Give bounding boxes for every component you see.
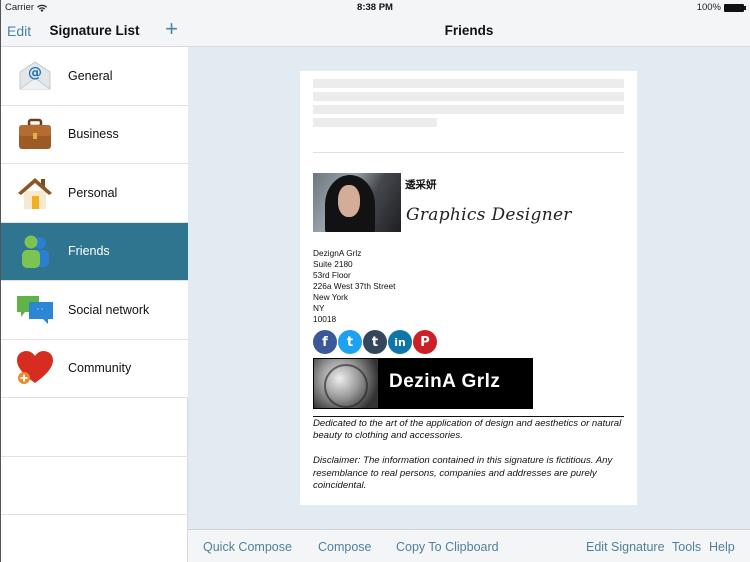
house-icon [18, 177, 52, 209]
address-line: 10018 [313, 314, 337, 324]
signature-name: 逶采妍 [405, 179, 437, 191]
compose-button[interactable]: Compose [318, 540, 372, 554]
sidebar-item-business[interactable]: Business [1, 105, 188, 164]
linkedin-icon[interactable]: in [388, 330, 412, 354]
help-button[interactable]: Help [709, 540, 735, 554]
people-icon [22, 235, 49, 269]
social-icons: f t t in P [313, 330, 437, 354]
address-line: NY [313, 303, 325, 313]
signature-disclaimer: Disclaimer: The information contained in… [313, 455, 613, 491]
placeholder-line [313, 92, 624, 101]
email-at-icon: @ [19, 61, 51, 90]
sidebar-item-label: Community [68, 361, 132, 376]
svg-text:" ": " " [37, 309, 43, 315]
placeholder-line [313, 105, 624, 114]
sidebar-item-personal[interactable]: Personal [1, 164, 188, 223]
sidebar-item-social-network[interactable]: " " Social network [1, 281, 188, 340]
sidebar: Edit Signature List + @ General Business [0, 0, 188, 562]
signature-list: @ General Business Personal Friends " " … [1, 47, 188, 515]
address-line: 53rd Floor [313, 270, 351, 280]
profile-photo [313, 173, 401, 232]
placeholder-line [313, 118, 437, 127]
battery-indicator: 100% [696, 2, 746, 13]
banner-artwork [314, 359, 378, 408]
battery-icon [724, 3, 746, 12]
address-line: Suite 2180 [313, 259, 353, 269]
chat-bubbles-icon: " " [17, 295, 53, 324]
quick-compose-button[interactable]: Quick Compose [203, 540, 292, 554]
sidebar-item-friends[interactable]: Friends [1, 222, 188, 281]
sidebar-item-general[interactable]: @ General [1, 47, 188, 106]
empty-list-row [1, 457, 188, 515]
address-line: New York [313, 292, 349, 302]
copy-to-clipboard-button[interactable]: Copy To Clipboard [396, 540, 499, 554]
pinterest-icon[interactable]: P [413, 330, 437, 354]
banner-brand-text: DezinA Grlz [389, 371, 501, 392]
signature-preview: 逶采妍 Graphics Designer DezignA Grlz Suite… [300, 71, 637, 505]
briefcase-icon [19, 119, 51, 150]
heart-plus-icon [17, 351, 53, 385]
svg-text:@: @ [28, 65, 42, 81]
signature-role: Graphics Designer [406, 205, 572, 225]
sidebar-item-community[interactable]: Community [1, 339, 188, 398]
edit-signature-button[interactable]: Edit Signature [586, 540, 665, 554]
divider [313, 416, 624, 417]
sidebar-item-label: Social network [68, 302, 150, 317]
signature-description: Dedicated to the art of the application … [313, 418, 622, 441]
brand-banner: DezinA Grlz [313, 358, 533, 409]
divider [313, 152, 624, 153]
sidebar-item-label: Personal [68, 185, 118, 200]
tumblr-icon[interactable]: t [363, 330, 387, 354]
detail-panel: Friends 逶采妍 Graphics Designer DezignA Gr… [188, 0, 750, 562]
sidebar-item-label: General [68, 68, 113, 83]
address-line: DezignA Grlz [313, 248, 362, 258]
battery-percent: 100% [696, 2, 721, 13]
address-line: 226a West 37th Street [313, 281, 396, 291]
add-signature-button[interactable]: + [165, 17, 178, 41]
tools-button[interactable]: Tools [672, 540, 701, 554]
clock: 8:38 PM [357, 2, 393, 13]
facebook-icon[interactable]: f [313, 330, 337, 354]
bottom-toolbar: Quick Compose Compose Copy To Clipboard … [188, 529, 750, 562]
empty-list-row [1, 398, 188, 457]
sidebar-title: Signature List [49, 23, 140, 38]
signature-address: DezignA Grlz Suite 2180 53rd Floor 226a … [313, 248, 395, 325]
twitter-icon[interactable]: t [338, 330, 362, 354]
sidebar-item-label: Friends [68, 244, 110, 259]
placeholder-line [313, 79, 624, 88]
sidebar-item-label: Business [68, 127, 119, 142]
detail-title: Friends [444, 23, 494, 38]
status-bar: Carrier 8:38 PM 100% [0, 0, 750, 16]
